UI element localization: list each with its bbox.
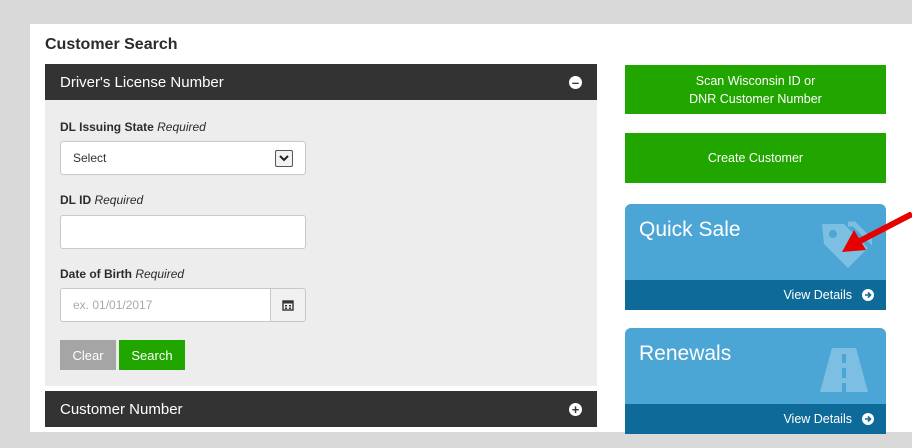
- customer-number-accordion-title: Customer Number: [60, 400, 183, 418]
- quick-sale-view-details[interactable]: View Details: [783, 288, 852, 302]
- clear-button[interactable]: Clear: [60, 340, 116, 370]
- renewals-footer[interactable]: View Details: [625, 404, 886, 434]
- arrow-right-circle-icon: [862, 289, 874, 301]
- scan-id-button[interactable]: Scan Wisconsin ID or DNR Customer Number: [625, 65, 886, 114]
- dl-id-label-text: DL ID: [60, 193, 92, 207]
- quick-sale-footer[interactable]: View Details: [625, 280, 886, 310]
- dl-state-select-value: Select: [73, 151, 107, 165]
- dl-state-select[interactable]: Select: [60, 141, 306, 175]
- dl-state-label-text: DL Issuing State: [60, 120, 154, 134]
- required-tag: Required: [157, 120, 206, 134]
- dl-accordion-body: DL Issuing State Required Select DL ID R…: [45, 100, 597, 386]
- dl-id-input[interactable]: [60, 215, 306, 249]
- renewals-tile[interactable]: Renewals View Details: [625, 328, 886, 434]
- create-customer-button[interactable]: Create Customer: [625, 133, 886, 183]
- plus-circle-icon[interactable]: +: [569, 402, 582, 416]
- customer-search-panel: Customer Search Driver's License Number …: [30, 24, 912, 434]
- dl-accordion-header[interactable]: Driver's License Number –: [45, 64, 597, 100]
- calendar-button[interactable]: [270, 288, 306, 322]
- search-button[interactable]: Search: [119, 340, 185, 370]
- arrow-right-circle-icon: [862, 413, 874, 425]
- required-tag: Required: [94, 193, 144, 207]
- road-icon: [820, 348, 868, 392]
- quick-sale-title: Quick Sale: [639, 218, 741, 241]
- customer-number-accordion-header[interactable]: Customer Number +: [45, 391, 597, 427]
- dob-label: Date of Birth Required: [60, 267, 184, 281]
- red-arrow-annotation: [842, 212, 912, 252]
- dl-state-label: DL Issuing State Required: [60, 120, 206, 134]
- renewals-view-details[interactable]: View Details: [783, 412, 852, 426]
- chevron-down-icon: [275, 149, 293, 167]
- scan-id-line1: Scan Wisconsin ID or: [695, 73, 816, 88]
- calendar-icon: [282, 300, 294, 311]
- renewals-title: Renewals: [639, 342, 732, 365]
- page-title: Customer Search: [45, 36, 178, 53]
- dl-accordion-title: Driver's License Number: [60, 73, 224, 91]
- scan-id-line2: DNR Customer Number: [689, 91, 822, 106]
- dob-input[interactable]: [60, 288, 270, 322]
- required-tag: Required: [135, 267, 185, 281]
- dob-label-text: Date of Birth: [60, 267, 132, 281]
- dl-id-label: DL ID Required: [60, 193, 143, 207]
- minus-circle-icon[interactable]: –: [569, 75, 582, 89]
